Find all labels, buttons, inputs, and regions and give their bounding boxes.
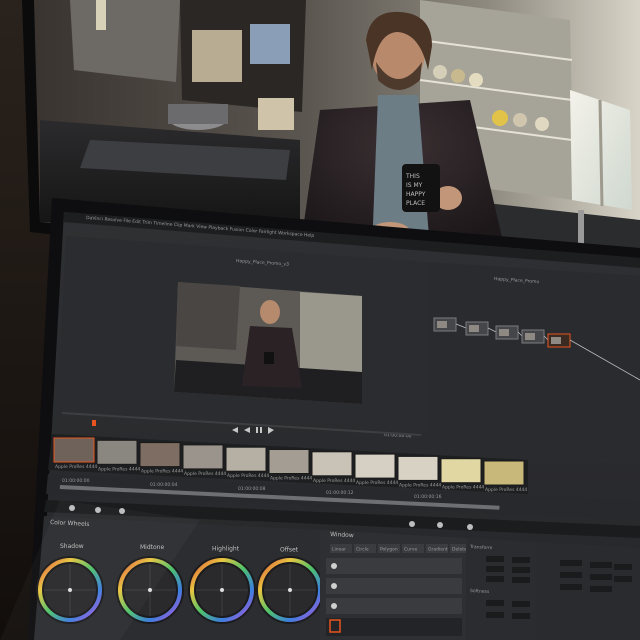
fridge: [70, 0, 180, 82]
node-thumb-4: [525, 333, 535, 340]
pot-body: [168, 104, 228, 124]
clip-thumbnail[interactable]: [397, 455, 439, 481]
node-thumb-2: [469, 325, 479, 332]
color-wheel-label: Highlight: [212, 545, 240, 552]
clip-thumbnail[interactable]: [53, 437, 95, 463]
drawing-1: [192, 30, 242, 82]
color-wheel-label: Offset: [280, 547, 299, 554]
toolbar-icon-5[interactable]: [437, 522, 443, 528]
clip-codec-label: Apple ProRes 4444: [141, 469, 183, 475]
window-tool-label: Delete: [452, 547, 467, 553]
clip-codec-label: Apple ProRes 4444: [485, 487, 527, 493]
toolbar-icon-4[interactable]: [409, 521, 415, 527]
ruler-tick-label: 01:00:00:00: [62, 478, 90, 484]
clip-thumbnail[interactable]: [225, 446, 267, 472]
softness-title: Softness: [470, 588, 490, 595]
clip-codec-label: Apple ProRes 4444: [270, 476, 312, 482]
window-tool-label: Linear: [332, 547, 346, 553]
node-thumb-3: [499, 329, 509, 336]
window-tool-label: Gradient: [428, 547, 448, 553]
ruler-tick-label: 01:00:00:12: [326, 490, 354, 496]
clip-codec-label: Apple ProRes 4444: [98, 466, 140, 472]
clip-codec-label: Apple ProRes 4444: [442, 485, 484, 491]
toolbar-icon-6[interactable]: [467, 524, 473, 530]
clip-thumbnail[interactable]: [139, 442, 181, 468]
window-item-icon-1: [331, 563, 337, 569]
clip-codec-label: Apple ProRes 4444: [184, 471, 226, 477]
clip-codec-label: Apple ProRes 4444: [356, 480, 398, 486]
window-item-icon-2: [331, 583, 337, 589]
clip-codec-label: Apple ProRes 4444: [55, 464, 97, 470]
ruler-tick-label: 01:00:00:04: [150, 482, 178, 488]
viewer-frame: [174, 282, 362, 404]
mug-text-line-4: PLACE: [406, 200, 425, 207]
node-editor: [428, 262, 640, 460]
playhead-marker[interactable]: [92, 420, 96, 426]
transform-title: Transform: [469, 544, 493, 551]
mug: THIS IS MY HAPPY PLACE: [402, 164, 440, 212]
clip-thumbnail[interactable]: [483, 460, 525, 486]
mug-text-line-2: IS MY: [406, 182, 423, 189]
ruler-tick-label: 01:00:00:16: [414, 494, 442, 500]
clip-codec-label: Apple ProRes 4444: [313, 478, 355, 484]
clip-codec-label: Apple ProRes 4444: [227, 473, 269, 479]
color-wheel-handle[interactable]: [288, 588, 292, 592]
photo-scene: THIS IS MY HAPPY PLACE DaVinci Resolve F…: [0, 0, 640, 640]
clip-thumbnail[interactable]: [440, 458, 482, 484]
node-thumb-1: [437, 321, 447, 328]
window-item-icon-3: [331, 603, 337, 609]
drawing-2: [250, 24, 290, 64]
clip-codec-label: Apple ProRes 4444: [399, 482, 441, 488]
clip-thumbnail[interactable]: [268, 449, 310, 474]
window-tool-label: Circle: [356, 547, 369, 553]
clip-thumbnail[interactable]: [96, 439, 138, 465]
node-thumb-5: [551, 337, 561, 344]
clip-thumbnail[interactable]: [311, 451, 353, 477]
window-tool-label: Curve: [404, 547, 418, 553]
mug-text-line-1: THIS: [405, 173, 420, 180]
window-tool-label: Polygon: [380, 547, 398, 553]
clip-thumbnail[interactable]: [354, 453, 396, 479]
color-wheel-handle[interactable]: [220, 588, 224, 592]
mug-text-line-3: HAPPY: [406, 191, 426, 198]
qualifier-panel: [536, 542, 640, 640]
drawing-3: [258, 98, 294, 130]
clip-thumbnail[interactable]: [182, 444, 224, 470]
fridge-handle: [96, 0, 106, 30]
ruler-tick-label: 01:00:00:08: [238, 486, 266, 492]
window-panel-title: Window: [330, 531, 354, 539]
